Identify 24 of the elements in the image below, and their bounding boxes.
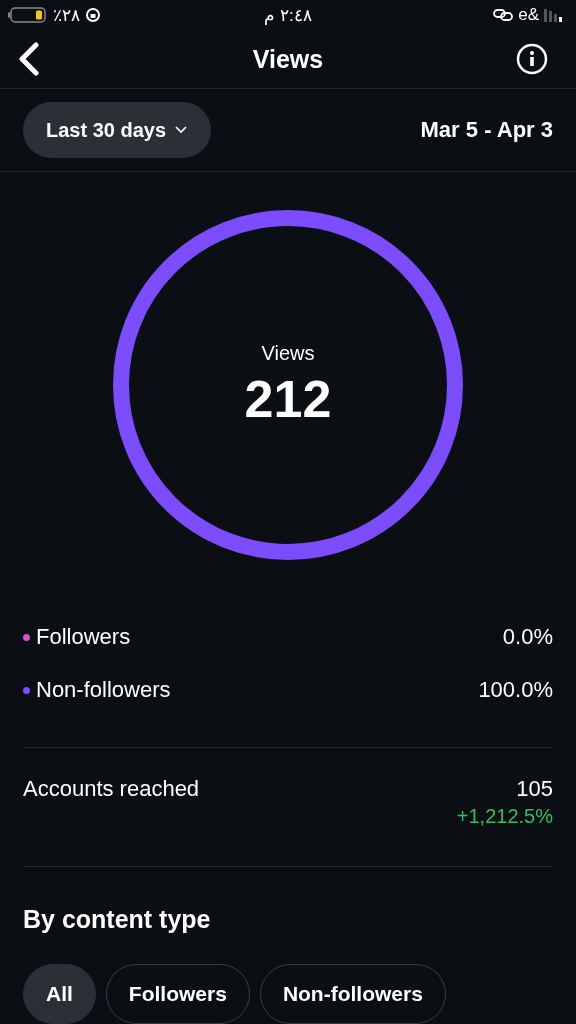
- chevron-down-icon: [174, 125, 189, 135]
- rotation-lock-icon: [85, 7, 101, 23]
- info-button[interactable]: [516, 43, 548, 75]
- page-title: Views: [252, 44, 324, 74]
- legend-value: 0.0%: [502, 624, 553, 650]
- accounts-reached-label: Accounts reached: [23, 776, 200, 803]
- views-count: 212: [244, 368, 332, 429]
- section-heading: By content type: [22, 904, 212, 934]
- carrier-name: e&: [518, 5, 539, 25]
- back-button[interactable]: [18, 42, 40, 76]
- battery-percent: ٪٢٨: [53, 4, 80, 26]
- change-percent: +1,212.5%: [456, 805, 553, 828]
- battery-icon: [8, 7, 48, 23]
- legend-label: Non-followers: [36, 677, 171, 703]
- status-time: ٢:٤٨ م: [264, 4, 312, 26]
- signal-icon: [544, 8, 564, 22]
- views-label: Views: [261, 341, 315, 365]
- date-range-dropdown[interactable]: Last 30 days: [23, 102, 212, 158]
- date-range: Mar 5 - Apr 3: [420, 117, 553, 143]
- filter-chip[interactable]: All: [23, 964, 96, 1024]
- link-icon: [493, 8, 514, 22]
- accounts-reached-value: 105: [516, 776, 553, 802]
- legend-value: 100.0%: [478, 677, 553, 703]
- legend-label: Followers: [36, 624, 131, 650]
